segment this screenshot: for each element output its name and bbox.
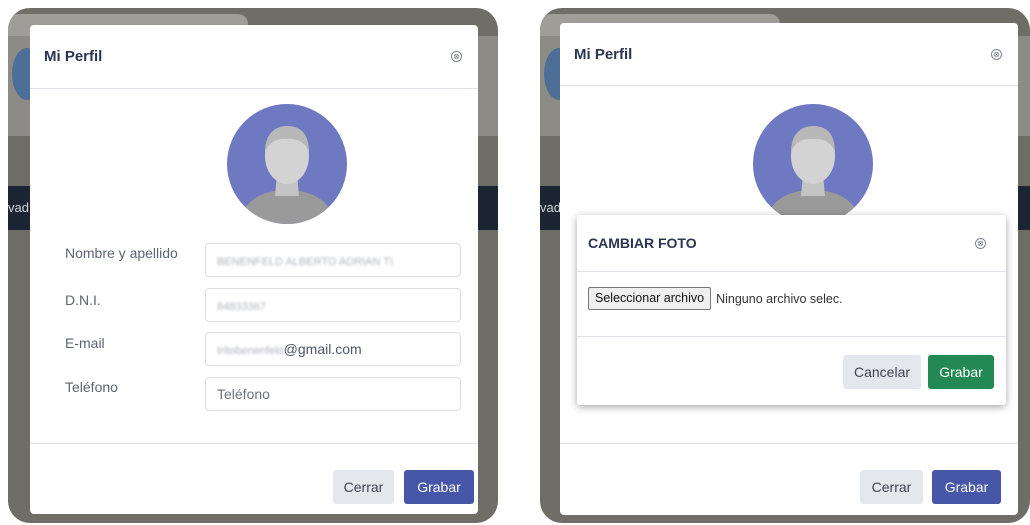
modal-title: Mi Perfil (574, 45, 633, 63)
close-icon[interactable]: ⊗ (451, 51, 462, 62)
close-icon[interactable]: ⊗ (991, 48, 1002, 60)
profile-avatar (227, 104, 347, 224)
label-nombre: Nombre y apellido (65, 245, 178, 261)
change-photo-title: CAMBIAR FOTO (588, 235, 697, 251)
profile-modal: Mi Perfil ⊗ Nombre y apellido BENENFELD … (30, 25, 478, 514)
background-nav-text: vad (8, 200, 29, 215)
label-telefono: Teléfono (65, 379, 118, 395)
grabar-foto-button[interactable]: Grabar (928, 355, 994, 389)
user-silhouette-icon (764, 126, 862, 224)
profile-modal-footer: Cerrar Grabar (560, 443, 1018, 515)
email-domain-value: @gmail.com (283, 341, 362, 357)
profile-avatar (753, 104, 873, 224)
grabar-button[interactable]: Grabar (932, 470, 1001, 504)
file-picker: Seleccionar archivo Ninguno archivo sele… (588, 287, 843, 310)
screenshot-right: vad Mi Perfil ⊗ Cerrar Grabar CAMBIAR FO… (540, 8, 1030, 523)
label-email: E-mail (65, 335, 105, 351)
background-nav-text: vad (540, 200, 561, 215)
nombre-value: BENENFELD ALBERTO ADRIAN TI (217, 256, 394, 268)
screenshot-left: vad Mi Perfil ⊗ Nombre y apellido BENENF… (8, 8, 498, 523)
modal-title: Mi Perfil (44, 48, 103, 65)
profile-modal-header: Mi Perfil ⊗ (560, 23, 1018, 86)
profile-modal-footer: Cerrar Grabar (30, 443, 478, 514)
cancelar-button[interactable]: Cancelar (843, 355, 921, 389)
close-icon[interactable]: ⊗ (975, 237, 986, 249)
cerrar-button[interactable]: Cerrar (860, 470, 923, 504)
change-photo-dialog: CAMBIAR FOTO ⊗ Seleccionar archivo Ningu… (577, 215, 1006, 405)
change-photo-header: CAMBIAR FOTO ⊗ (577, 215, 1006, 272)
nombre-input[interactable]: BENENFELD ALBERTO ADRIAN TI (205, 243, 461, 277)
grabar-button[interactable]: Grabar (404, 470, 474, 504)
email-user-value: tritobenenfeld (217, 345, 284, 357)
file-status-text: Ninguno archivo selec. (716, 291, 843, 306)
user-silhouette-icon (238, 126, 336, 224)
profile-modal-header: Mi Perfil ⊗ (30, 25, 478, 89)
dialog-divider (577, 336, 1006, 337)
label-dni: D.N.I. (65, 292, 101, 308)
telefono-placeholder: Teléfono (217, 386, 270, 402)
select-file-button[interactable]: Seleccionar archivo (588, 287, 712, 310)
cerrar-button[interactable]: Cerrar (333, 470, 394, 504)
email-input[interactable]: tritobenenfeld@gmail.com (205, 332, 461, 366)
dni-input[interactable]: 84833367 (205, 288, 461, 322)
dni-value: 84833367 (217, 301, 266, 313)
telefono-input[interactable]: Teléfono (205, 377, 461, 411)
